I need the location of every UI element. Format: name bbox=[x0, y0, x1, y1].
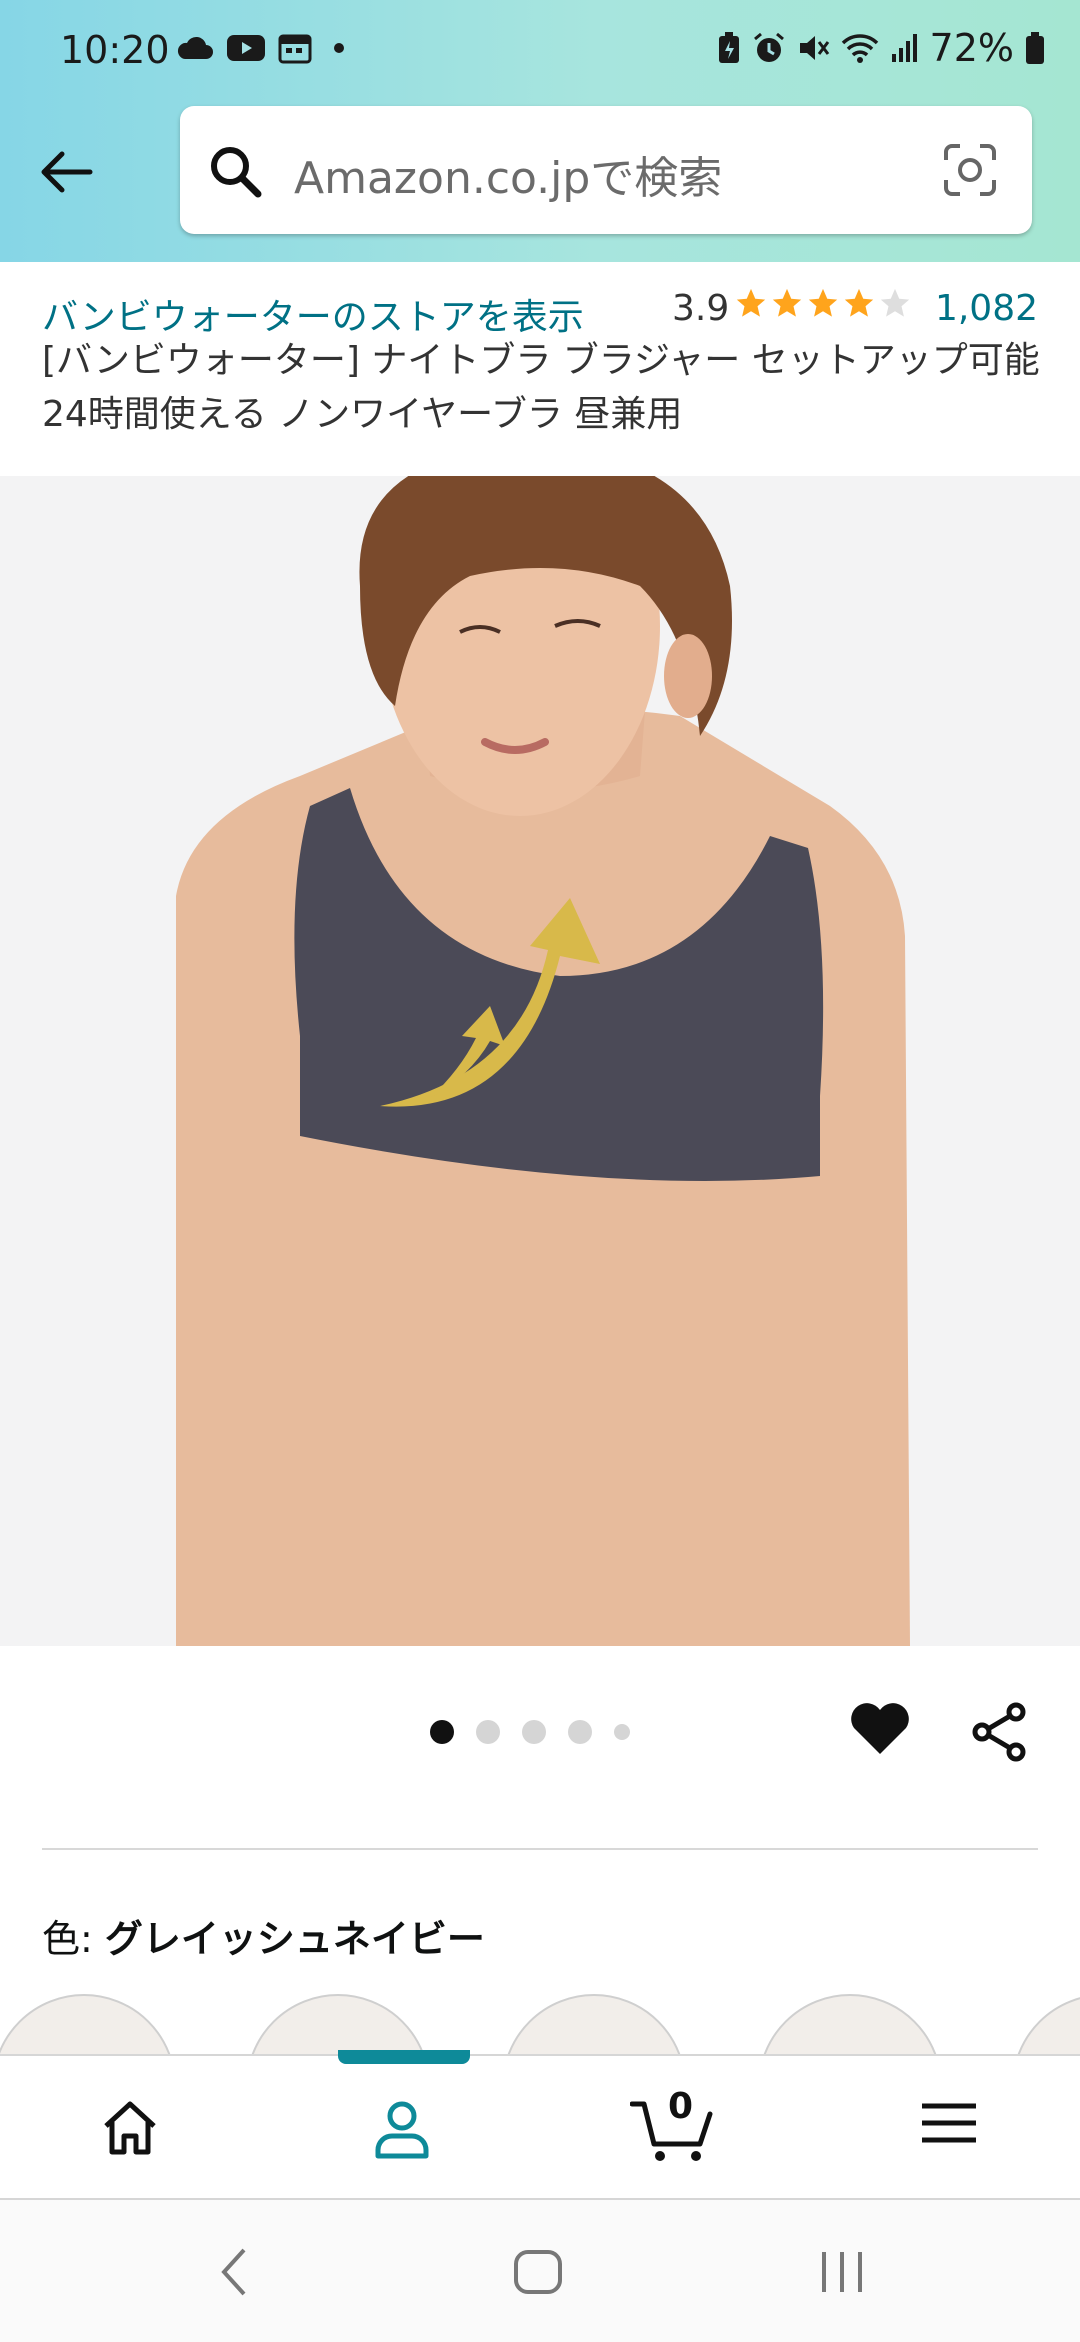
battery-icon bbox=[1026, 32, 1044, 64]
star-icon bbox=[772, 288, 802, 317]
product-title: [バンビウォーター] ナイトブラ ブラジャー セットアップ可能 24時間使える … bbox=[42, 340, 1040, 435]
system-back-icon[interactable] bbox=[214, 2242, 254, 2302]
account-icon[interactable] bbox=[370, 2098, 434, 2160]
back-arrow-icon[interactable] bbox=[34, 140, 98, 204]
status-bar: 10:20 72% bbox=[0, 0, 1080, 106]
battery-percent: 72% bbox=[929, 26, 1014, 70]
camera-search-icon[interactable] bbox=[942, 142, 998, 198]
pagination-dot[interactable] bbox=[430, 1720, 454, 1744]
color-swatch[interactable] bbox=[758, 1994, 942, 2054]
search-input[interactable]: Amazon.co.jpで検索 bbox=[180, 106, 1032, 234]
color-swatch[interactable] bbox=[0, 1994, 176, 2054]
dot-icon bbox=[334, 43, 344, 53]
store-rating-row: バンビウォーターのストアを表示 3.9 1,082 bbox=[42, 278, 1042, 338]
rating-value: 3.9 bbox=[672, 288, 730, 329]
color-swatch[interactable] bbox=[246, 1994, 430, 2054]
star-icon bbox=[808, 288, 838, 317]
bottom-tab-bar bbox=[0, 2054, 1080, 2198]
active-tab-indicator bbox=[338, 2050, 470, 2064]
pagination-dot[interactable] bbox=[476, 1720, 500, 1744]
product-page[interactable]: バンビウォーターのストアを表示 3.9 1,082 [バンビウォーター] ナイト… bbox=[0, 262, 1080, 2054]
color-swatch[interactable] bbox=[502, 1994, 686, 2054]
image-pagination[interactable] bbox=[430, 1720, 630, 1744]
menu-icon[interactable] bbox=[920, 2098, 978, 2148]
system-home-icon[interactable] bbox=[510, 2242, 566, 2302]
star-rating[interactable] bbox=[734, 286, 912, 320]
pagination-dot[interactable] bbox=[614, 1724, 630, 1740]
product-photo bbox=[0, 476, 1080, 1646]
calendar-icon bbox=[278, 34, 312, 64]
product-image[interactable] bbox=[0, 476, 1080, 1646]
color-swatch[interactable] bbox=[1012, 1994, 1080, 2054]
alarm-icon bbox=[753, 32, 784, 62]
star-icon bbox=[736, 288, 766, 317]
store-link[interactable]: バンビウォーターのストアを表示 bbox=[42, 288, 584, 340]
battery-saver-icon bbox=[718, 32, 739, 63]
rating-count[interactable]: 1,082 bbox=[935, 288, 1038, 329]
color-variation-label: 色: グレイッシュネイビー bbox=[42, 1908, 485, 1963]
status-time: 10:20 bbox=[60, 28, 170, 72]
pagination-dot[interactable] bbox=[568, 1720, 592, 1744]
system-recents-icon[interactable] bbox=[814, 2242, 870, 2302]
cloud-icon bbox=[177, 36, 213, 59]
signal-icon bbox=[891, 34, 917, 62]
system-navigation-bar bbox=[0, 2198, 1080, 2342]
color-label-prefix: 色: bbox=[42, 1917, 105, 1961]
share-icon[interactable] bbox=[970, 1702, 1030, 1762]
star-empty-icon bbox=[880, 288, 910, 317]
mute-icon bbox=[799, 36, 829, 60]
star-icon bbox=[844, 288, 874, 317]
search-placeholder: Amazon.co.jpで検索 bbox=[294, 153, 723, 204]
home-icon[interactable] bbox=[98, 2098, 162, 2158]
color-value: グレイッシュネイビー bbox=[104, 1917, 485, 1961]
color-swatches[interactable] bbox=[0, 1994, 1080, 2054]
pagination-dot[interactable] bbox=[522, 1720, 546, 1744]
divider bbox=[42, 1848, 1038, 1850]
search-icon bbox=[211, 147, 262, 198]
heart-icon[interactable] bbox=[848, 1698, 912, 1758]
youtube-icon bbox=[227, 35, 265, 61]
wifi-icon bbox=[841, 34, 878, 63]
cart-count: 0 bbox=[668, 2086, 694, 2127]
